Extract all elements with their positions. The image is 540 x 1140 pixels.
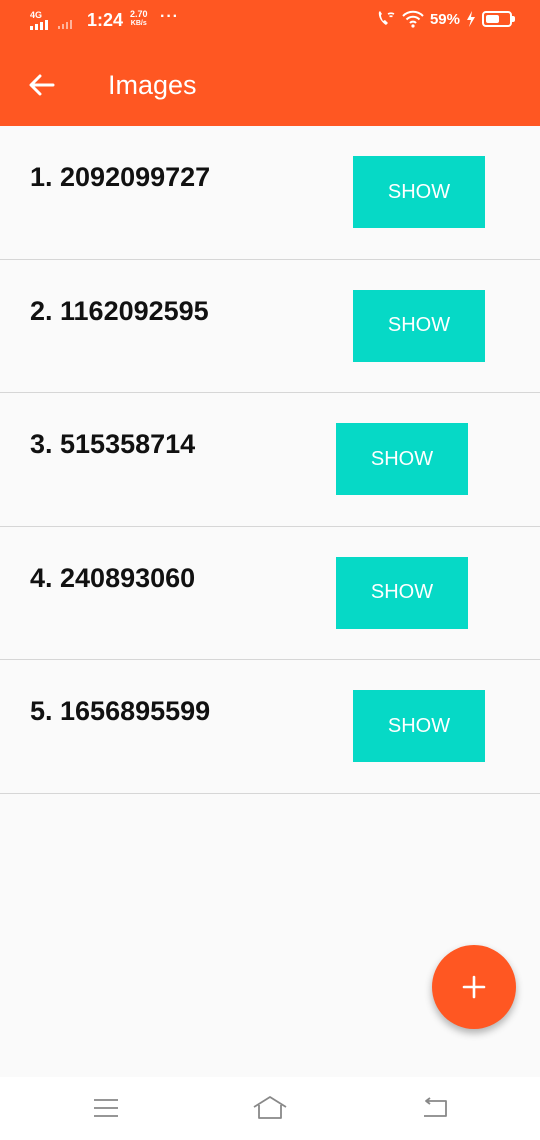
home-nav-button[interactable] xyxy=(250,1093,290,1123)
list-item: 5. 1656895599 SHOW xyxy=(0,660,540,794)
charging-icon xyxy=(467,11,475,27)
system-nav-bar xyxy=(0,1077,540,1140)
signal-icon xyxy=(30,20,48,30)
network-type: 4G xyxy=(30,10,43,20)
status-right: 59% xyxy=(376,10,515,28)
back-button[interactable] xyxy=(20,63,64,107)
battery-fill xyxy=(486,15,499,23)
clock: 1:24 xyxy=(87,10,124,30)
list-item: 4. 240893060 SHOW xyxy=(0,527,540,660)
page-title: Images xyxy=(108,70,197,100)
network-speed-unit: KB/s xyxy=(130,20,147,27)
list-item: 2. 1162092595 SHOW xyxy=(0,260,540,393)
network-speed-value: 2.70 xyxy=(130,9,148,19)
image-list: 1. 2092099727 SHOW 2. 1162092595 SHOW 3.… xyxy=(0,126,540,794)
show-button[interactable]: SHOW xyxy=(353,289,485,362)
app-bar: Images xyxy=(0,44,540,126)
item-label: 1. 2092099727 xyxy=(30,162,211,192)
wifi-icon xyxy=(402,10,424,28)
more-notifications: ··· xyxy=(160,8,179,25)
show-button[interactable]: SHOW xyxy=(353,156,485,228)
item-label: 5. 1656895599 xyxy=(30,696,211,726)
show-button[interactable]: SHOW xyxy=(353,690,485,762)
arrow-left-icon xyxy=(29,74,55,96)
signal-icon-2 xyxy=(58,20,72,29)
item-label: 3. 515358714 xyxy=(30,429,196,459)
list-item: 3. 515358714 SHOW xyxy=(0,393,540,527)
list-item: 1. 2092099727 SHOW xyxy=(0,126,540,260)
battery-percent: 59% xyxy=(429,10,460,28)
menu-icon xyxy=(94,1099,118,1117)
network-speed: 2.70 KB/s xyxy=(130,10,148,28)
home-icon xyxy=(253,1096,287,1119)
item-label: 4. 240893060 xyxy=(30,562,196,593)
menu-nav-button[interactable] xyxy=(86,1093,126,1123)
back-icon xyxy=(424,1097,447,1117)
battery-icon xyxy=(482,11,515,27)
show-button[interactable]: SHOW xyxy=(336,556,468,629)
plus-icon xyxy=(462,975,486,999)
wifi-calling-icon xyxy=(378,11,395,25)
back-nav-button[interactable] xyxy=(415,1093,455,1123)
item-label: 2. 1162092595 xyxy=(30,295,209,326)
status-bar: 4G 1:24 2.70 KB/s ··· 59% xyxy=(0,0,540,44)
add-button[interactable] xyxy=(432,945,516,1029)
show-button[interactable]: SHOW xyxy=(336,423,468,495)
